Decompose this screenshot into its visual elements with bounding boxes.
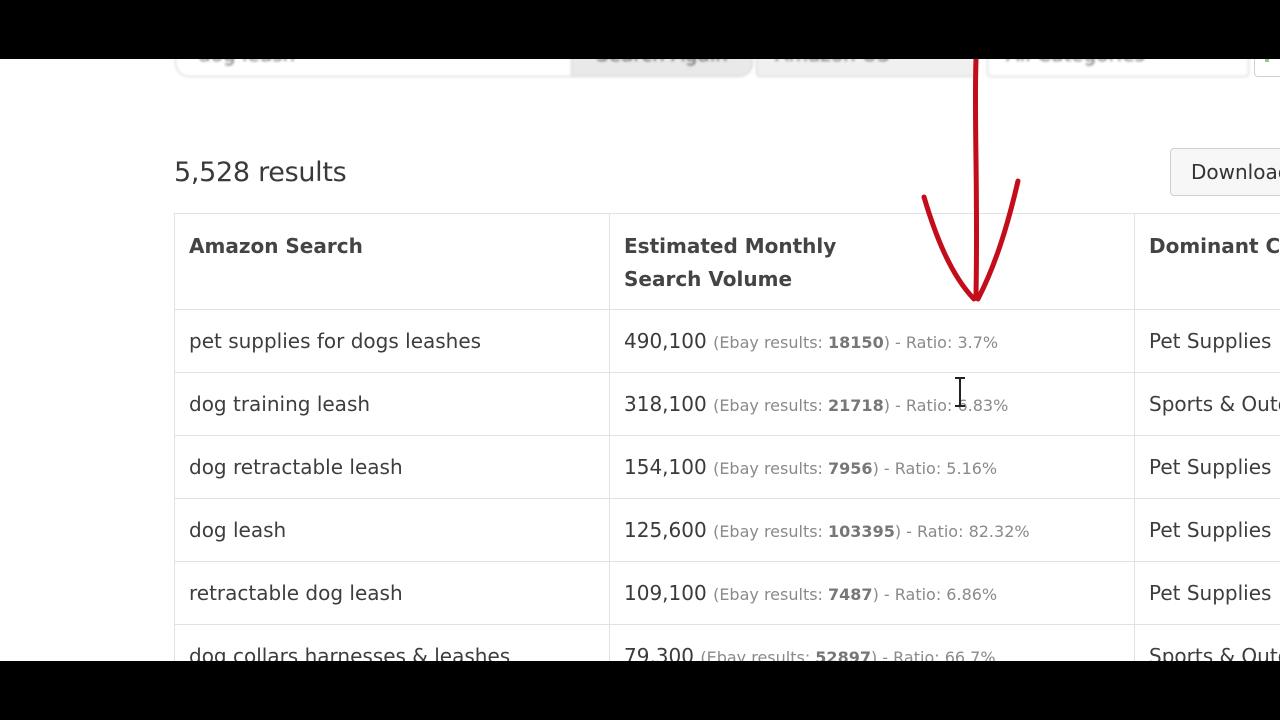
search-term-cell[interactable]: pet supplies for dogs leashes (174, 309, 610, 373)
results-count: 5,528 results (174, 157, 347, 188)
app-screen: dog leash Search Again Amazon US All Cat… (0, 59, 1280, 661)
search-volume-cell: 318,100 (Ebay results: 21718) - Ratio: 6… (609, 372, 1135, 436)
column-header-search-volume-label: Estimated Monthly Search Volume (624, 234, 837, 291)
ebay-results-meta: (Ebay results: 103395) - Ratio: 82.32% (713, 522, 1030, 541)
search-volume-value: 109,100 (624, 581, 707, 605)
ratio-text: ) - Ratio: 6.83% (883, 396, 1009, 415)
ebay-prefix: (Ebay results: (713, 459, 829, 478)
ratio-text: ) - Ratio: 66.7% (870, 648, 996, 661)
search-term-cell[interactable]: dog collars harnesses & leashes (174, 624, 610, 661)
results-table: Amazon Search Estimated Monthly Search V… (174, 213, 1280, 661)
table-row[interactable]: dog leash 125,600 (Ebay results: 103395) … (174, 498, 1280, 562)
search-term-cell[interactable]: dog leash (174, 498, 610, 562)
ratio-text: ) - Ratio: 5.16% (872, 459, 998, 478)
ebay-results-count: 18150 (828, 333, 884, 352)
table-row[interactable]: dog collars harnesses & leashes 79,300 (E… (174, 624, 1280, 661)
column-header-dominant-category[interactable]: Dominant Category (1134, 213, 1280, 310)
green-mark-icon (1265, 59, 1269, 62)
table-row[interactable]: dog retractable leash 154,100 (Ebay resul… (174, 435, 1280, 499)
text-cursor-icon (955, 377, 965, 407)
extra-toolbar-button[interactable] (1254, 59, 1280, 77)
ebay-prefix: (Ebay results: (713, 522, 829, 541)
table-row[interactable]: dog training leash 318,100 (Ebay results:… (174, 372, 1280, 436)
ebay-prefix: (Ebay results: (713, 333, 829, 352)
ebay-prefix: (Ebay results: (700, 648, 816, 661)
ebay-prefix: (Ebay results: (713, 585, 829, 604)
search-input[interactable]: dog leash (175, 59, 571, 77)
table-header-row: Amazon Search Estimated Monthly Search V… (174, 213, 1280, 310)
table-row[interactable]: retractable dog leash 109,100 (Ebay resul… (174, 561, 1280, 625)
search-volume-value: 154,100 (624, 455, 707, 479)
table-row[interactable]: pet supplies for dogs leashes 490,100 (Eb… (174, 309, 1280, 373)
dominant-category-cell: Sports & Outdoors, Pet Supplies (1134, 372, 1280, 436)
search-volume-value: 79,300 (624, 644, 694, 661)
search-volume-value: 490,100 (624, 329, 707, 353)
ebay-results-count: 7956 (828, 459, 873, 478)
search-volume-cell: 79,300 (Ebay results: 52897) - Ratio: 66… (609, 624, 1135, 661)
search-volume-value: 318,100 (624, 392, 707, 416)
dominant-category-cell: Pet Supplies (1134, 309, 1280, 373)
search-term-cell[interactable]: dog training leash (174, 372, 610, 436)
ebay-results-count: 7487 (828, 585, 873, 604)
ebay-prefix: (Ebay results: (713, 396, 829, 415)
ebay-results-count: 103395 (828, 522, 895, 541)
ebay-results-meta: (Ebay results: 7487) - Ratio: 6.86% (713, 585, 997, 604)
marketplace-select[interactable]: Amazon US (756, 59, 978, 77)
search-bar: dog leash Search Again Amazon US All Cat… (0, 59, 1280, 89)
ebay-results-meta: (Ebay results: 52897) - Ratio: 66.7% (700, 648, 995, 661)
dominant-category-cell: Pet Supplies (1134, 498, 1280, 562)
category-select[interactable]: All Categories (987, 59, 1249, 77)
dominant-category-cell: Pet Supplies (1134, 561, 1280, 625)
search-volume-cell: 154,100 (Ebay results: 7956) - Ratio: 5.… (609, 435, 1135, 499)
column-header-amazon-search[interactable]: Amazon Search (174, 213, 610, 310)
column-header-search-volume[interactable]: Estimated Monthly Search Volume (609, 213, 1135, 310)
search-term-cell[interactable]: dog retractable leash (174, 435, 610, 499)
ratio-text: ) - Ratio: 6.86% (872, 585, 998, 604)
search-term-cell[interactable]: retractable dog leash (174, 561, 610, 625)
search-volume-cell: 109,100 (Ebay results: 7487) - Ratio: 6.… (609, 561, 1135, 625)
search-volume-value: 125,600 (624, 518, 707, 542)
search-volume-cell: 490,100 (Ebay results: 18150) - Ratio: 3… (609, 309, 1135, 373)
ebay-results-meta: (Ebay results: 18150) - Ratio: 3.7% (713, 333, 998, 352)
ebay-results-count: 52897 (815, 648, 871, 661)
ebay-results-count: 21718 (828, 396, 884, 415)
ratio-text: ) - Ratio: 82.32% (894, 522, 1030, 541)
search-volume-cell: 125,600 (Ebay results: 103395) - Ratio: … (609, 498, 1135, 562)
dominant-category-cell: Pet Supplies (1134, 435, 1280, 499)
ratio-text: ) - Ratio: 3.7% (883, 333, 999, 352)
download-button[interactable]: Download (1170, 148, 1280, 196)
search-again-button[interactable]: Search Again (571, 59, 753, 77)
ebay-results-meta: (Ebay results: 7956) - Ratio: 5.16% (713, 459, 997, 478)
dominant-category-cell: Sports & Outdoors (1134, 624, 1280, 661)
